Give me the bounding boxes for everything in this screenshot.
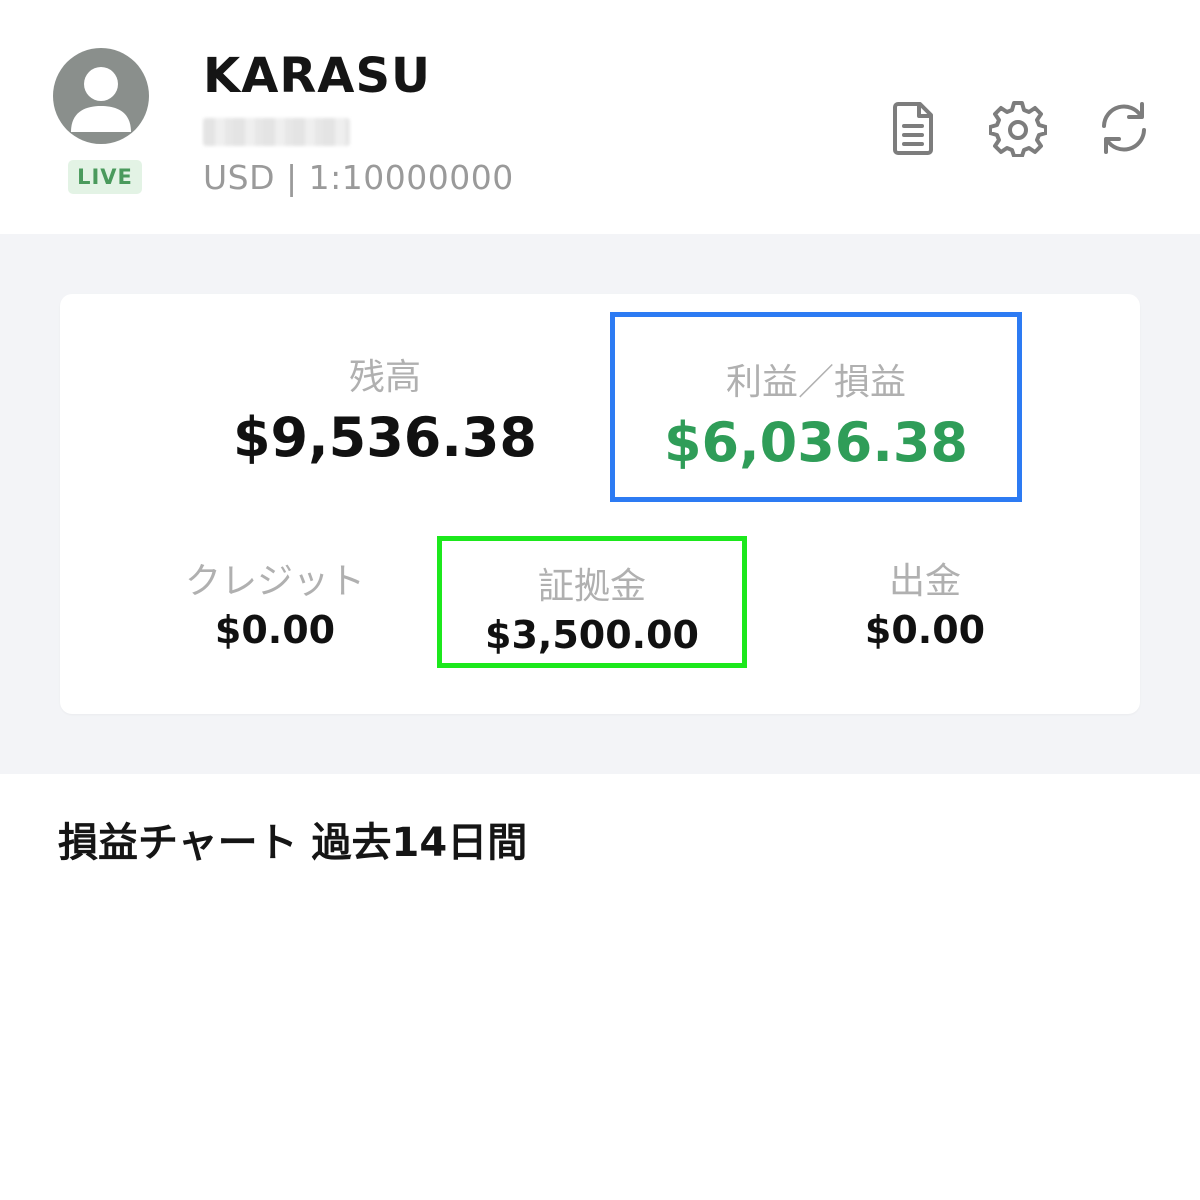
profit-loss-value: $6,036.38 [663,411,969,474]
withdrawal-stat: 出金 $0.00 [800,552,1050,652]
document-icon [893,102,933,155]
pnl-chart-title: 損益チャート 過去14日間 [58,820,528,866]
balance-stat: 残高 $9,536.38 [210,348,560,469]
profit-loss-label: 利益／損益 [725,362,906,403]
withdrawal-value: $0.00 [864,608,986,652]
margin-stat: 証拠金 $3,500.00 [437,536,747,668]
gear-icon [989,101,1047,157]
settings-button[interactable] [988,98,1048,158]
balance-value: $9,536.38 [232,406,538,469]
masked-account-id [203,118,350,146]
credit-label: クレジット [184,561,365,602]
user-icon [71,67,131,132]
balance-label: 残高 [348,357,421,398]
profit-loss-stat: 利益／損益 $6,036.38 [610,312,1022,502]
refresh-icon [1102,102,1146,154]
margin-value: $3,500.00 [485,613,699,657]
account-name: KARASU [203,48,431,104]
credit-value: $0.00 [214,608,336,652]
margin-label: 証拠金 [537,566,646,607]
document-button[interactable] [884,98,944,158]
refresh-button[interactable] [1094,98,1154,158]
avatar[interactable] [53,48,149,144]
account-currency-leverage: USD | 1:10000000 [203,158,514,197]
account-header: LIVE KARASU USD | 1:10000000 [0,0,1200,234]
live-badge: LIVE [68,160,142,194]
credit-stat: クレジット $0.00 [150,552,400,652]
withdrawal-label: 出金 [888,561,961,602]
